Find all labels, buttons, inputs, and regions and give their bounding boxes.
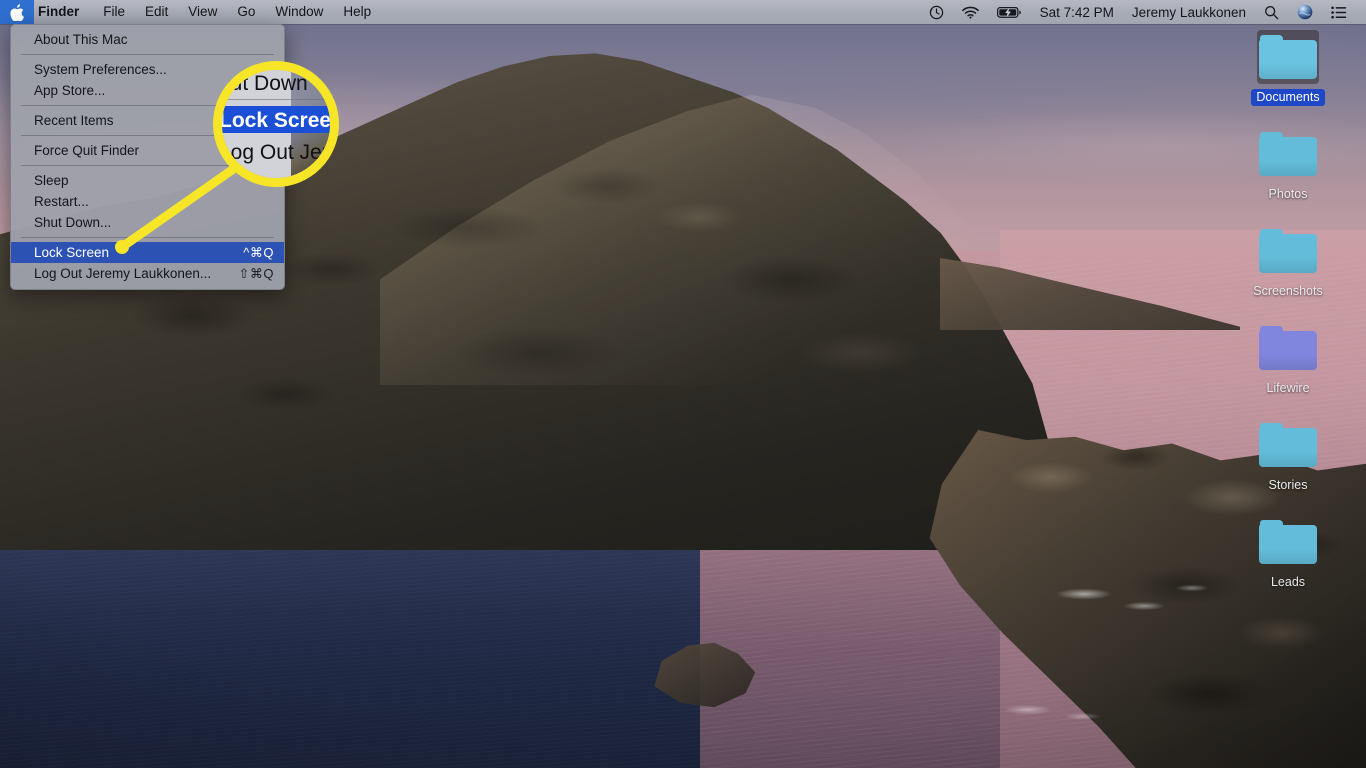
folder-icon: [1257, 30, 1319, 84]
folder-glyph: [1259, 35, 1317, 79]
folder-glyph: [1259, 423, 1317, 467]
folder-icon: [1257, 515, 1319, 569]
apple-menu-item-label: App Store...: [34, 83, 106, 98]
apple-menu-item-shortcut: ⇧⌘Q: [238, 265, 274, 281]
apple-menu-item-system-preferences[interactable]: System Preferences...: [11, 59, 284, 80]
menu-bar-item-help[interactable]: Help: [333, 0, 381, 24]
apple-menu-item-label: Sleep: [34, 173, 69, 188]
folder-body: [1259, 428, 1317, 467]
apple-menu-item-label: Force Quit Finder: [34, 143, 140, 158]
search-icon[interactable]: [1255, 0, 1288, 24]
folder-body: [1259, 525, 1317, 564]
apple-menu-separator: [21, 135, 274, 136]
menu-bar-username[interactable]: Jeremy Laukkonen: [1123, 0, 1255, 24]
folder-icon: [1257, 127, 1319, 181]
folder-body: [1259, 234, 1317, 273]
menu-bar-item-go[interactable]: Go: [227, 0, 265, 24]
apple-menu-item-label: Lock Screen: [34, 245, 110, 260]
folder-glyph: [1259, 229, 1317, 273]
menu-bar-item-file[interactable]: File: [93, 0, 135, 24]
menu-bar-item-finder[interactable]: Finder: [34, 0, 93, 24]
menu-bar-datetime[interactable]: Sat 7:42 PM: [1031, 0, 1123, 24]
apple-menu-item-about-this-mac[interactable]: About This Mac: [11, 29, 284, 50]
folder-icon: [1257, 321, 1319, 375]
apple-menu-item-lock-screen[interactable]: Lock Screen ^⌘Q: [11, 242, 284, 263]
desktop-icon-label: Photos: [1268, 187, 1308, 201]
time-machine-icon[interactable]: [920, 0, 953, 24]
menu-bar-item-edit[interactable]: Edit: [135, 0, 178, 24]
apple-menu-item-force-quit-finder[interactable]: Force Quit Finder: [11, 140, 284, 161]
menu-bar-status-items: Sat 7:42 PM Jeremy Laukkonen: [920, 0, 1366, 24]
apple-menu-item-label: Shut Down...: [34, 215, 112, 230]
apple-menu-item-label: Restart...: [34, 194, 89, 209]
desktop-icon-stories[interactable]: Stories: [1232, 418, 1344, 514]
folder-glyph: [1259, 520, 1317, 564]
desktop-icon-photos[interactable]: Photos: [1232, 127, 1344, 223]
desktop-screen: Documents Photos Screenshots Lifewire Storie…: [0, 0, 1366, 768]
folder-icon: [1257, 418, 1319, 472]
control-center-icon[interactable]: [1322, 0, 1356, 24]
apple-menu-item-log-out-jeremy-laukkonen[interactable]: Log Out Jeremy Laukkonen... ⇧⌘Q: [11, 263, 284, 284]
apple-dropdown-menu: About This Mac System Preferences... App S…: [10, 24, 285, 290]
apple-menu-item-restart[interactable]: Restart...: [11, 191, 284, 212]
desktop-icon-grid: Documents Photos Screenshots Lifewire Storie…: [1232, 30, 1344, 612]
desktop-icon-label: Leads: [1270, 575, 1306, 589]
apple-menu-item-recent-items[interactable]: Recent Items: [11, 110, 284, 131]
battery-charging-icon[interactable]: [988, 0, 1031, 24]
apple-menu-item-label: Log Out Jeremy Laukkonen...: [34, 266, 212, 281]
desktop-icon-documents[interactable]: Documents: [1232, 30, 1344, 126]
apple-menu-separator: [21, 105, 274, 106]
apple-menu-item-shut-down[interactable]: Shut Down...: [11, 212, 284, 233]
folder-icon: [1257, 224, 1319, 278]
folder-glyph: [1259, 326, 1317, 370]
desktop-icon-lifewire[interactable]: Lifewire: [1232, 321, 1344, 417]
menu-bar: Finder File Edit View Go Window Help Sat…: [0, 0, 1366, 24]
wifi-icon[interactable]: [953, 0, 988, 24]
siri-icon[interactable]: [1288, 0, 1322, 24]
apple-menu-item-app-store[interactable]: App Store...: [11, 80, 284, 101]
desktop-icon-label: Screenshots: [1253, 284, 1323, 298]
folder-body: [1259, 40, 1317, 79]
menu-bar-left-items: Finder File Edit View Go Window Help: [34, 0, 381, 24]
folder-body: [1259, 137, 1317, 176]
desktop-icon-screenshots[interactable]: Screenshots: [1232, 224, 1344, 320]
desktop-icon-label: Stories: [1268, 478, 1308, 492]
apple-logo-icon[interactable]: [0, 0, 34, 24]
menu-bar-item-view[interactable]: View: [178, 0, 227, 24]
apple-menu-item-label: Recent Items: [34, 113, 114, 128]
folder-glyph: [1259, 132, 1317, 176]
apple-menu-separator: [21, 165, 274, 166]
desktop-icon-label: Documents: [1251, 89, 1325, 106]
menu-bar-item-window[interactable]: Window: [265, 0, 333, 24]
apple-menu-separator: [21, 237, 274, 238]
apple-menu-separator: [21, 54, 274, 55]
desktop-icon-label: Lifewire: [1266, 381, 1310, 395]
apple-menu-item-label: About This Mac: [34, 32, 128, 47]
desktop-icon-leads[interactable]: Leads: [1232, 515, 1344, 611]
folder-body: [1259, 331, 1317, 370]
apple-menu-item-label: System Preferences...: [34, 62, 167, 77]
apple-menu-item-shortcut: ^⌘Q: [243, 244, 274, 260]
apple-menu-item-sleep[interactable]: Sleep: [11, 170, 284, 191]
